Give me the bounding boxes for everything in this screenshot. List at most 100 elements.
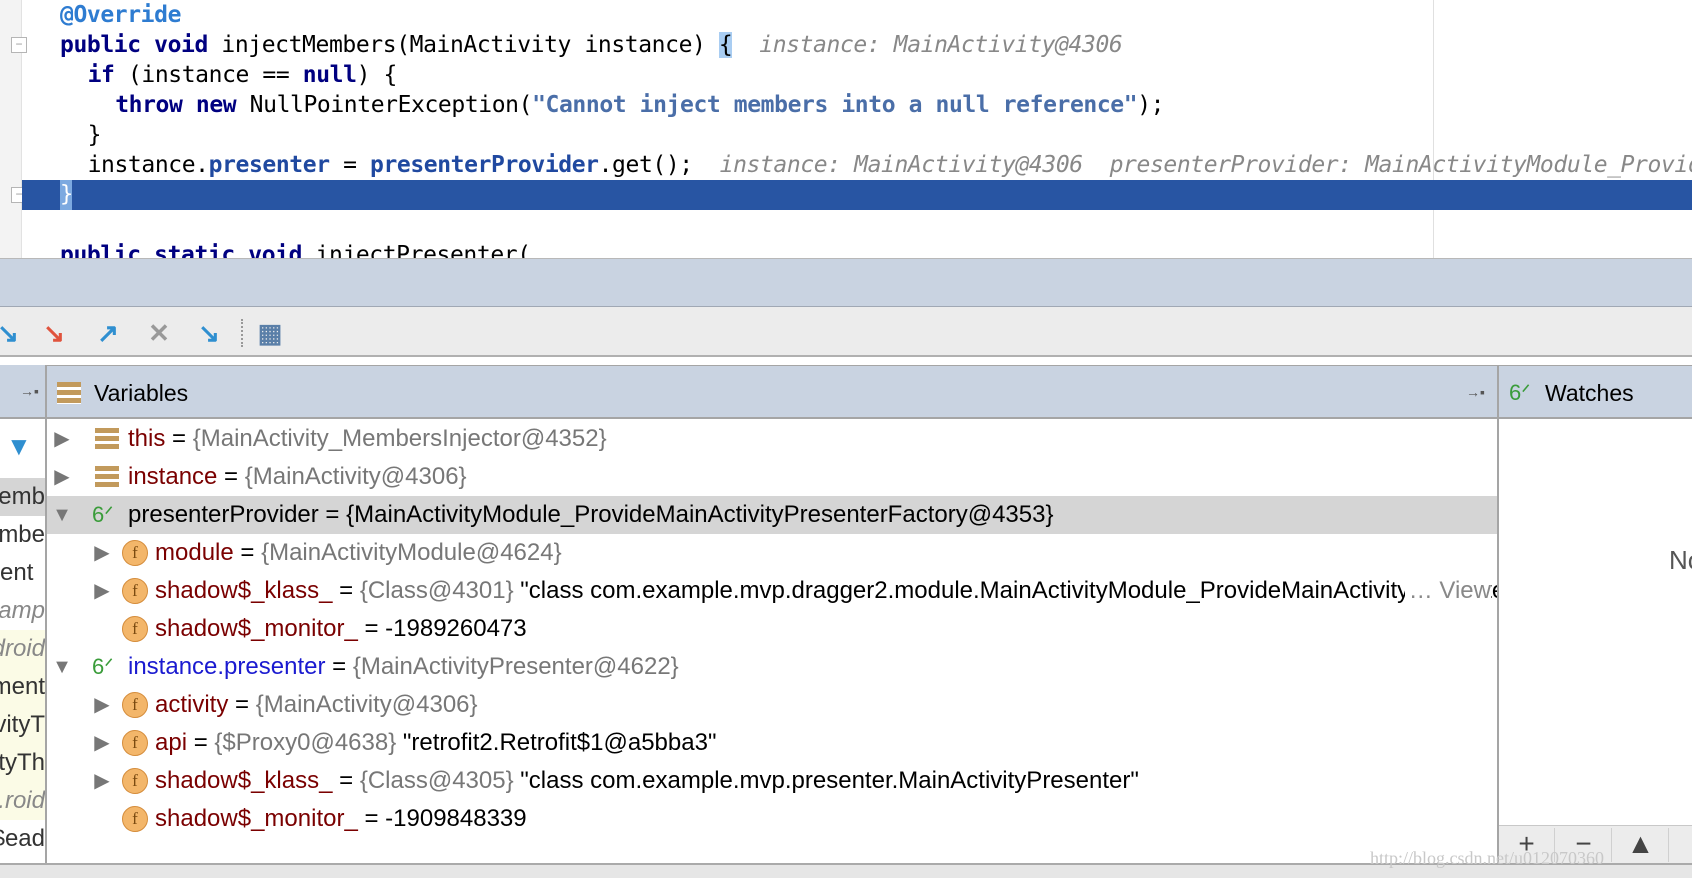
code-line[interactable]: if (instance == null) { <box>88 60 398 90</box>
equals-sign: = <box>217 463 245 490</box>
code-editor[interactable]: − − } @Override public void injectMembers… <box>0 0 1692 259</box>
code-token: "Cannot inject members into a null refer… <box>532 92 1138 118</box>
code-line[interactable]: public static void injectPresenter( <box>60 240 531 258</box>
inline-debug-value: instance: MainActivity@4306 presenterPro… <box>719 152 1692 178</box>
stack-frame-item[interactable]: ead$ <box>0 820 45 858</box>
expand-arrow-icon[interactable]: ▶ <box>52 458 72 496</box>
equals-sign: = <box>332 767 360 794</box>
variable-value: -1989260473 <box>385 615 527 642</box>
stack-frame-item[interactable]: ment <box>0 668 45 706</box>
expand-arrow-icon[interactable]: ▶ <box>52 420 72 458</box>
code-line[interactable]: } <box>88 120 102 150</box>
code-token: public void <box>60 32 222 58</box>
evaluate-expression-icon[interactable]: ▦ <box>254 317 286 349</box>
stack-frame-item[interactable]: mbe <box>0 516 45 554</box>
variable-entry: shadow$_monitor_ = -1989260473 <box>155 610 527 648</box>
step-into-icon[interactable]: ↘ <box>38 317 70 349</box>
drop-frame-icon[interactable]: ✕ <box>143 317 175 349</box>
stack-frame-item[interactable]: droid <box>0 630 45 668</box>
variable-row[interactable]: f shadow$_monitor_ = -1909848339 <box>47 800 1497 838</box>
stack-frame-item[interactable]: examp <box>0 592 45 630</box>
variable-entry: module = {MainActivityModule@4624} <box>155 534 562 572</box>
variable-name: shadow$_klass_ <box>155 577 333 604</box>
code-token: = <box>329 152 370 178</box>
field-icon: f <box>122 730 148 756</box>
code-line[interactable]: throw new NullPointerException("Cannot i… <box>115 90 1164 120</box>
variable-entry: instance.presenter = {MainActivityPresen… <box>128 648 679 686</box>
frames-pin-icon[interactable]: →▪ <box>0 365 45 419</box>
filter-icon[interactable]: ▼ <box>6 431 32 462</box>
equals-sign: = <box>332 577 360 604</box>
watch-glasses-icon: 6ᐟ <box>92 654 114 679</box>
variable-value: {MainActivityModule_ProvideMainActivityP… <box>346 501 1054 528</box>
expand-arrow-icon[interactable]: ▶ <box>92 534 112 572</box>
code-token: .get(); <box>598 152 694 178</box>
variables-title: Variables <box>94 380 189 406</box>
variable-row[interactable]: ▶ f shadow$_klass_ = {Class@4301} "class c… <box>47 572 1497 610</box>
variable-entry: presenterProvider = {MainActivityModule_… <box>128 496 1053 534</box>
step-out-icon[interactable]: ↗ <box>92 317 124 349</box>
variable-value: {MainActivityPresenter@4622} <box>352 653 679 680</box>
variable-icon <box>95 466 119 488</box>
stack-frame-item[interactable]: Memb <box>0 478 45 516</box>
variables-icon <box>57 382 81 404</box>
variable-string-value: "class com.example.mvp.presenter.MainAct… <box>520 767 1139 794</box>
variable-row[interactable]: ▶ f activity = {MainActivity@4306} <box>47 686 1497 724</box>
variables-tree[interactable]: ▶ this = {MainActivity_MembersInjector@43… <box>47 420 1497 863</box>
equals-sign: = <box>187 729 215 756</box>
variable-row[interactable]: ▼ 6ᐟ presenterProvider = {MainActivityModu… <box>47 496 1497 534</box>
expand-arrow-icon[interactable]: ▶ <box>92 686 112 724</box>
collapse-arrow-icon[interactable]: ▼ <box>52 496 72 534</box>
variable-row[interactable]: ▼ 6ᐟ instance.presenter = {MainActivityPre… <box>47 648 1497 686</box>
view-full-value-link[interactable]: … View <box>1404 572 1491 610</box>
frames-panel: →▪ ▼ MembmbeentexampdroidmentvityTtyThro… <box>0 365 47 863</box>
move-watch-up-button[interactable]: ▲ <box>1613 828 1669 862</box>
watch-glasses-icon: 6ᐟ <box>92 502 114 527</box>
equals-sign: = <box>165 425 193 452</box>
variable-row[interactable]: ▶ f module = {MainActivityModule@4624} <box>47 534 1497 572</box>
field-icon: f <box>122 616 148 642</box>
code-line[interactable]: @Override <box>60 0 181 30</box>
code-line[interactable]: public void injectMembers(MainActivity i… <box>60 30 1123 60</box>
variable-value: {MainActivity@4306} <box>255 691 478 718</box>
expand-arrow-icon[interactable]: ▶ <box>92 724 112 762</box>
current-execution-line: } <box>22 180 1692 210</box>
expand-arrow-icon[interactable]: ▶ <box>92 572 112 610</box>
variable-name: shadow$_klass_ <box>155 767 333 794</box>
code-token: @Override <box>60 2 182 28</box>
variable-icon <box>95 428 119 450</box>
field-icon: f <box>122 692 148 718</box>
variables-pin-icon[interactable]: →▪ <box>1466 384 1485 400</box>
equals-sign: = <box>228 691 256 718</box>
stack-frame-item[interactable]: vityT <box>0 706 45 744</box>
watermark: http://blog.csdn.net/u012070360 <box>1370 848 1604 868</box>
variable-row[interactable]: f shadow$_monitor_ = -1989260473 <box>47 610 1497 648</box>
step-over-icon[interactable]: ↘ <box>0 317 24 349</box>
stack-frame-item[interactable]: ent <box>0 554 45 592</box>
code-line[interactable]: instance.presenter = presenterProvider.g… <box>88 150 1692 180</box>
expand-arrow-icon[interactable]: ▶ <box>92 762 112 800</box>
variable-row[interactable]: ▶ f api = {$Proxy0@4638} "retrofit2.Retrof… <box>47 724 1497 762</box>
code-token: null <box>302 62 357 88</box>
watches-glasses-icon: 6ᐟ <box>1509 380 1531 405</box>
variable-row[interactable]: ▶ this = {MainActivity_MembersInjector@43… <box>47 420 1497 458</box>
fold-marker-icon[interactable]: − <box>11 37 27 53</box>
variable-row[interactable]: ▶ f shadow$_klass_ = {Class@4305} "class c… <box>47 762 1497 800</box>
variable-row[interactable]: ▶ instance = {MainActivity@4306} <box>47 458 1497 496</box>
variable-entry: shadow$_klass_ = {Class@4301} "class com… <box>155 572 1497 610</box>
stack-frame-item[interactable]: roid. <box>0 782 45 820</box>
run-to-cursor-icon[interactable]: ↘ <box>193 317 225 349</box>
field-icon: f <box>122 768 148 794</box>
watches-empty-text: No <box>1669 545 1692 575</box>
variable-name: activity <box>155 691 229 718</box>
variable-entry: instance = {MainActivity@4306} <box>128 458 467 496</box>
editor-gutter: − − <box>0 0 27 258</box>
field-icon: f <box>122 540 148 566</box>
field-icon: f <box>122 806 148 832</box>
code-token: presenterProvider <box>370 152 599 178</box>
stack-frame-item[interactable]: tyTh <box>0 744 45 782</box>
inline-debug-value: instance: MainActivity@4306 <box>732 32 1123 58</box>
code-token: ); <box>1137 92 1165 118</box>
variable-entry: shadow$_monitor_ = -1909848339 <box>155 800 527 838</box>
collapse-arrow-icon[interactable]: ▼ <box>52 648 72 686</box>
